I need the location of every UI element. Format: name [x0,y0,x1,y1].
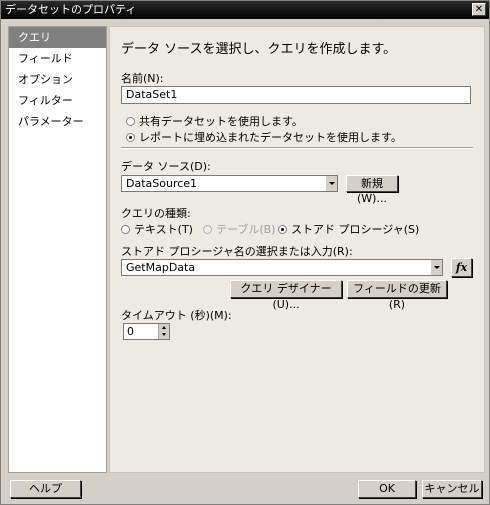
query-type-label: クエリの種類: [121,207,191,220]
sidebar-item-parameters[interactable]: パラメーター [9,111,106,132]
sidebar-item-options[interactable]: オプション [9,69,106,90]
ok-button[interactable]: OK [358,480,416,498]
table-option-label: テーブル(B) [216,223,276,236]
timeout-spinner[interactable]: 0 [123,323,170,340]
timeout-label: タイムアウト (秒)(M): [121,309,232,322]
timeout-value: 0 [127,325,134,338]
shared-dataset-option[interactable]: 共有データセットを使用します。 [126,113,303,129]
sidebar-item-fields[interactable]: フィールド [9,48,106,69]
stored-procedure-label: ストアド プロシージャ名の選択または入力(R): [121,245,353,258]
divider [121,147,473,149]
text-radio[interactable] [121,224,130,234]
stored-procedure-option-label: ストアド プロシージャ(S) [291,223,420,236]
sidebar-item-filters[interactable]: フィルター [9,90,106,111]
refresh-fields-button[interactable]: フィールドの更新(R) [347,280,447,311]
cancel-button[interactable]: キャンセル [422,480,482,498]
chevron-down-icon[interactable] [325,176,337,191]
stored-procedure-radio[interactable] [278,224,287,234]
name-field[interactable]: DataSet1 [121,86,471,104]
help-button[interactable]: ヘルプ [10,480,81,498]
spin-down-icon[interactable] [162,333,166,336]
embedded-option-label: レポートに埋め込まれたデータセットを使用します。 [139,131,402,144]
dataset-properties-dialog: データセットのプロパティ ✕ クエリ フィールド オプション フィルター パラメ… [0,0,490,505]
name-label: 名前(N): [121,72,164,85]
embedded-dataset-option[interactable]: レポートに埋め込まれたデータセットを使用します。 [126,129,402,145]
datasource-label: データ ソース(D): [121,160,211,173]
window-title: データセットのプロパティ [5,3,137,16]
embedded-radio[interactable] [126,132,135,142]
datasource-value: DataSource1 [126,177,198,190]
expression-button[interactable]: fx [451,258,472,277]
stored-procedure-value: GetMapData [126,261,196,274]
query-designer-button[interactable]: クエリ デザイナー(U)... [230,280,342,311]
new-datasource-button[interactable]: 新規(W)... [346,175,398,205]
query-type-text-option[interactable]: テキスト(T) [121,221,193,237]
chevron-down-icon[interactable] [430,260,442,275]
query-panel: データ ソースを選択し、クエリを作成します。 名前(N): DataSet1 共… [109,26,485,473]
datasource-select[interactable]: DataSource1 [121,175,338,192]
shared-option-label: 共有データセットを使用します。 [139,115,303,128]
close-button[interactable]: ✕ [472,3,486,16]
stored-procedure-select[interactable]: GetMapData [121,259,443,276]
sidebar: クエリ フィールド オプション フィルター パラメーター [8,26,107,473]
query-type-table-option: テーブル(B) [203,221,275,237]
sidebar-item-query[interactable]: クエリ [9,27,106,48]
spinner-buttons[interactable] [158,324,169,339]
text-option-label: テキスト(T) [134,223,193,236]
spin-up-icon[interactable] [162,326,166,329]
title-bar: データセットのプロパティ ✕ [1,1,489,19]
function-icon: fx [455,261,468,274]
query-type-stored-procedure-option[interactable]: ストアド プロシージャ(S) [278,221,419,237]
shared-radio[interactable] [126,116,135,126]
close-icon: ✕ [474,4,484,15]
panel-heading: データ ソースを選択し、クエリを作成します。 [121,42,397,57]
table-radio [203,224,212,234]
